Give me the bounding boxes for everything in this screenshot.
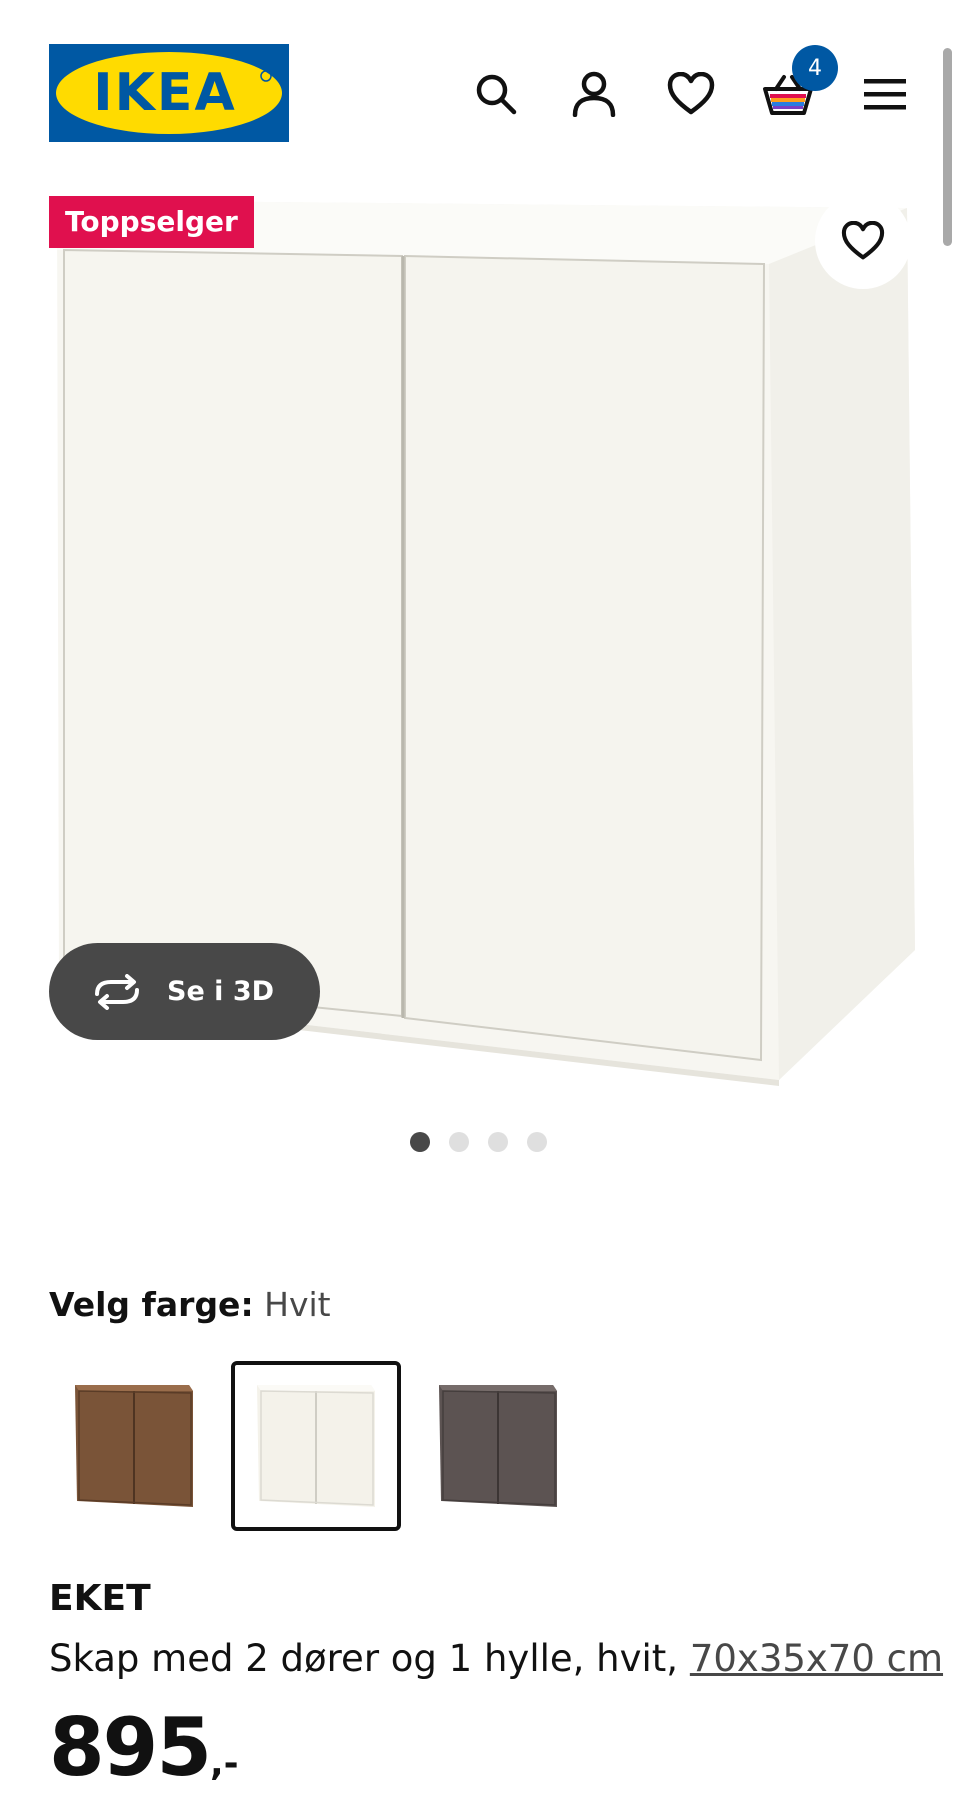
price-suffix: ,-: [210, 1743, 239, 1784]
site-header: IKEA 4: [0, 0, 960, 246]
color-option-white[interactable]: [231, 1361, 401, 1531]
ikea-logo[interactable]: IKEA: [49, 44, 289, 142]
view-3d-button[interactable]: Se i 3D: [49, 943, 320, 1040]
product-name: EKET: [49, 1578, 151, 1619]
heart-icon: [841, 221, 885, 260]
product-price: 895,-: [49, 1700, 239, 1811]
product-description: Skap med 2 dører og 1 hylle, hvit, 70x35…: [49, 1634, 943, 1684]
favorite-button[interactable]: [815, 193, 911, 289]
rotate-3d-icon: [95, 973, 139, 1010]
view-3d-label: Se i 3D: [167, 976, 275, 1007]
cart-count-badge: 4: [792, 45, 838, 91]
gallery-dot-1[interactable]: [410, 1132, 430, 1152]
walnut-cabinet-thumbnail: [75, 1385, 193, 1507]
color-label-prefix: Velg farge:: [49, 1285, 254, 1324]
gallery-dot-3[interactable]: [488, 1132, 508, 1152]
ikea-logo-graphic: IKEA: [49, 44, 289, 142]
gallery-dot-2[interactable]: [449, 1132, 469, 1152]
color-option-walnut[interactable]: [49, 1361, 219, 1531]
hamburger-menu-icon: [864, 79, 906, 110]
white-cabinet-thumbnail: [257, 1385, 375, 1507]
search-icon: [476, 74, 517, 115]
account-button[interactable]: [562, 62, 626, 126]
selected-color-value: Hvit: [264, 1285, 331, 1324]
ikea-logo-text: IKEA: [93, 63, 236, 123]
product-description-text: Skap med 2 dører og 1 hylle, hvit,: [49, 1637, 690, 1680]
menu-button[interactable]: [853, 62, 917, 126]
gallery-pagination: [410, 1132, 547, 1154]
bestseller-badge: Toppselger: [49, 196, 254, 248]
product-measurement-link[interactable]: 70x35x70 cm: [690, 1637, 943, 1680]
page-scrollbar[interactable]: [943, 48, 952, 246]
color-selector-label: Velg farge: Hvit: [49, 1283, 331, 1327]
gallery-dot-4[interactable]: [527, 1132, 547, 1152]
dark-grey-cabinet-thumbnail: [439, 1385, 557, 1507]
color-option-dark-grey[interactable]: [413, 1361, 583, 1531]
wishlist-button[interactable]: [659, 62, 723, 126]
wishlist-heart-icon: [667, 72, 715, 115]
price-value: 895: [49, 1701, 212, 1794]
account-icon: [572, 71, 616, 117]
search-button[interactable]: [464, 62, 528, 126]
